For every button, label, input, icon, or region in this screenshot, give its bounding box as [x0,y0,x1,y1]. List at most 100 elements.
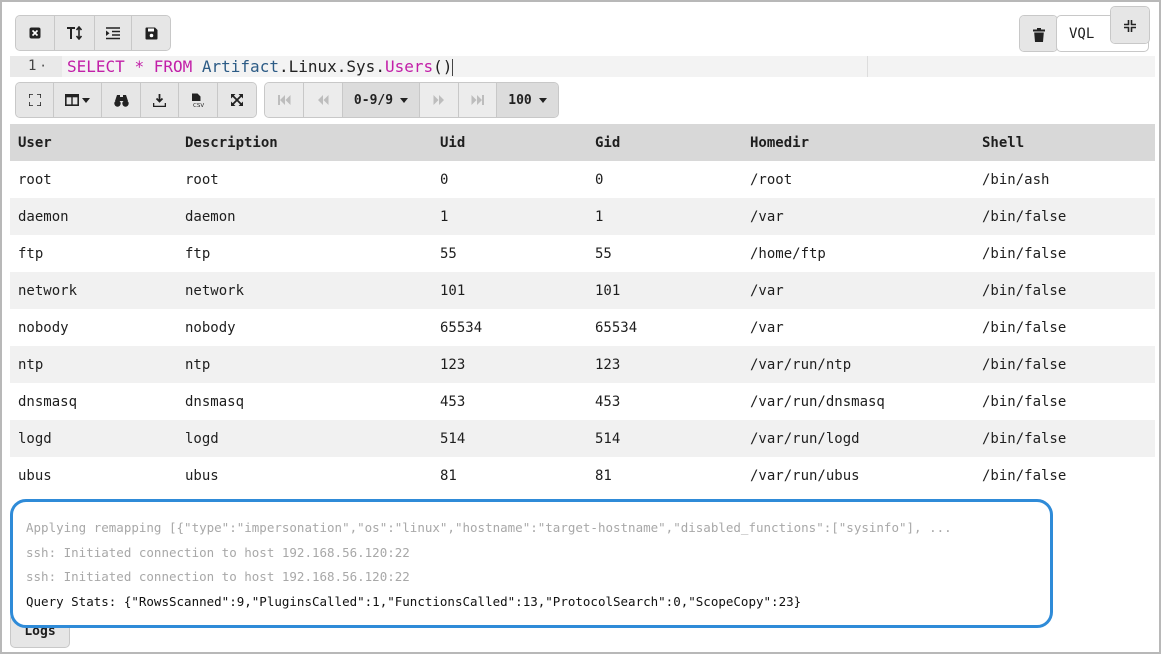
previous-page-button[interactable] [304,83,343,117]
table-cell: /var [742,272,974,309]
indent-button[interactable] [95,16,132,50]
table-cell: root [10,161,177,198]
page-size-label: 100 [508,92,532,108]
close-square-icon [29,27,41,39]
table-cell: /var/run/dnsmasq [742,383,974,420]
close-cell-button[interactable] [16,16,55,50]
query-editor[interactable]: 1 · SELECT * FROM Artifact.Linux.Sys.User… [10,56,1155,77]
first-page-button[interactable] [265,83,304,117]
column-header-description[interactable]: Description [177,124,432,161]
page-range-label: 0-9/9 [353,92,394,108]
table-cell: /var/run/ntp [742,346,974,383]
table-cell: nobody [177,309,432,346]
trash-icon [1032,27,1045,42]
table-cell: 101 [587,272,742,309]
table-cell: daemon [177,198,432,235]
query-code[interactable]: SELECT * FROM Artifact.Linux.Sys.Users() [67,56,454,77]
table-cell: /var [742,198,974,235]
chevron-down-icon [82,97,90,103]
text-size-button[interactable] [55,16,95,50]
download-json-button[interactable] [141,83,179,117]
line-gutter: 1 · [10,56,62,77]
column-header-uid[interactable]: Uid [432,124,587,161]
table-cell: /bin/false [974,272,1155,309]
column-header-user[interactable]: User [10,124,177,161]
table-row: ntp ntp 123 123/var/run/ntp/bin/false [10,346,1155,383]
table-cell: dnsmasq [177,383,432,420]
table-cell: network [177,272,432,309]
results-toolbar: CSV [15,82,257,118]
table-cell: 123 [432,346,587,383]
table-cell: /bin/ash [974,161,1155,198]
fullscreen-icon [28,94,41,106]
next-page-button[interactable] [420,83,459,117]
delete-cell-button[interactable] [1020,16,1057,51]
table-cell: /var [742,309,974,346]
csv-file-icon: CSV [192,93,204,108]
pagination: 0-9/9 100 [264,82,559,118]
table-cell: 514 [432,420,587,457]
table-cell: ftp [10,235,177,272]
line-number: 1 [28,58,37,74]
table-cell: logd [10,420,177,457]
log-line: ssh: Initiated connection to host 192.16… [26,569,410,584]
download-csv-button[interactable]: CSV [179,83,218,117]
first-page-icon [277,95,290,105]
table-cell: ubus [177,457,432,494]
table-row: ftp ftp 55 55/home/ftp/bin/false [10,235,1155,272]
expand-arrows-icon [231,94,243,106]
table-cell: 81 [587,457,742,494]
column-header-gid[interactable]: Gid [587,124,742,161]
search-results-button[interactable] [102,83,141,117]
log-line: Applying remapping [{"type":"impersonati… [26,520,952,535]
table-cell: /bin/false [974,383,1155,420]
table-row: daemon daemon 1 1/var/bin/false [10,198,1155,235]
kw-from: FROM [153,57,193,76]
table-row: dnsmasq dnsmasq 453 453/var/run/dnsmasq/bin… [10,383,1155,420]
results-table: User Description Uid Gid Homedir Shell r… [10,124,1155,494]
table-cell: 65534 [587,309,742,346]
fullscreen-button[interactable] [16,83,54,117]
column-selector-button[interactable] [54,83,102,117]
compress-group [1110,6,1150,44]
column-header-homedir[interactable]: Homedir [742,124,974,161]
parens: () [433,57,453,76]
table-cell: /bin/false [974,457,1155,494]
table-cell: /bin/false [974,346,1155,383]
table-cell: ntp [10,346,177,383]
column-header-shell[interactable]: Shell [974,124,1155,161]
binoculars-icon [113,94,129,107]
table-cell: /bin/false [974,235,1155,272]
collapse-button[interactable] [1111,7,1149,43]
table-cell: /var/run/ubus [742,457,974,494]
last-page-button[interactable] [459,83,497,117]
table-cell: root [177,161,432,198]
dot-2: . [336,57,347,76]
last-page-icon [471,95,484,105]
save-icon [145,27,157,39]
id-artifact: Artifact [201,57,279,76]
indent-icon [106,26,120,39]
page-size-dropdown[interactable]: 100 [497,83,558,117]
table-cell: 453 [432,383,587,420]
table-cell: logd [177,420,432,457]
table-cell: 65534 [432,309,587,346]
table-cell: /bin/false [974,420,1155,457]
table-cell: 1 [587,198,742,235]
id-linux: Linux [288,57,337,76]
text-cursor [452,59,454,76]
table-cell: 1 [432,198,587,235]
table-cell: 55 [432,235,587,272]
fold-marker[interactable]: · [39,59,46,73]
save-button[interactable] [132,16,170,50]
text-size-icon [66,26,82,40]
table-cell: 101 [432,272,587,309]
next-page-icon [433,95,444,105]
page-range-dropdown[interactable]: 0-9/9 [343,83,420,117]
columns-icon [65,94,79,106]
expand-button[interactable] [218,83,256,117]
table-cell: /bin/false [974,309,1155,346]
compress-icon [1124,20,1136,32]
table-cell: 0 [587,161,742,198]
kw-select: SELECT [67,57,125,76]
